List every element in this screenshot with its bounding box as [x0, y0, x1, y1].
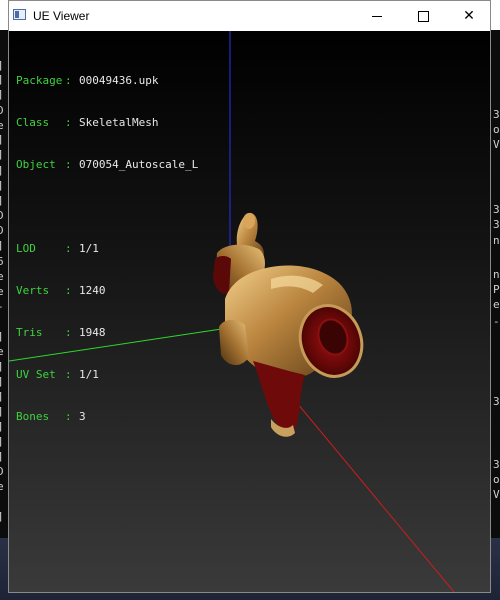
- bg-char: 6: [0, 255, 4, 268]
- separator: :: [65, 368, 72, 381]
- verts-label: Verts: [16, 284, 50, 297]
- bg-char: ]: [0, 511, 4, 522]
- info-row-package: Package:00049436.upk: [16, 74, 198, 88]
- bg-char: e: [493, 298, 500, 311]
- tris-label: Tris: [16, 326, 43, 339]
- mesh-lower-plate: [219, 319, 249, 366]
- info-row-class: Class: SkeletalMesh: [16, 116, 198, 130]
- window-title: UE Viewer: [33, 9, 90, 23]
- tris-value: 1948: [79, 326, 106, 339]
- bg-char: 3: [493, 108, 500, 121]
- bg-char: 3: [493, 218, 500, 231]
- bg-char: ]: [0, 376, 4, 387]
- bg-char: ]: [0, 391, 4, 402]
- ue-viewer-window: UE Viewer ✕ Package: 00049436.upk Class…: [8, 0, 491, 593]
- maximize-button[interactable]: [400, 1, 446, 31]
- uvset-label: UV Set: [16, 368, 56, 381]
- info-row-object: Object:070054_Autoscale_L: [16, 158, 198, 172]
- bg-char: ]: [0, 195, 4, 206]
- bg-char: ]: [0, 240, 4, 251]
- bg-char: D: [0, 209, 4, 222]
- bg-char: D: [0, 224, 4, 237]
- lod-value: 1/1: [79, 242, 99, 255]
- bg-char: V: [493, 138, 500, 151]
- info-row-bones: Bones:3: [16, 410, 198, 424]
- bg-char: D: [0, 104, 4, 117]
- info-spacer: [16, 200, 198, 214]
- bg-char: e: [0, 480, 4, 493]
- bg-char: ]: [0, 451, 4, 462]
- info-row-uvset: UV Set:1/1: [16, 368, 198, 382]
- bg-char: ]: [0, 331, 4, 342]
- bg-char: n: [493, 234, 500, 247]
- background-console-right: 3 o V 3 3 n n P e - 3 3 o V: [490, 30, 500, 600]
- bg-char: ]: [0, 60, 4, 71]
- 3d-viewport[interactable]: Package:00049436.upk Class: SkeletalMesh …: [9, 31, 490, 592]
- separator: :: [65, 116, 72, 129]
- bg-char: ]: [0, 134, 4, 145]
- x-axis-line: [296, 402, 455, 592]
- class-label: Class: [16, 116, 50, 129]
- bg-char: 3: [493, 395, 500, 408]
- bones-value: 3: [79, 410, 86, 423]
- object-label: Object: [16, 158, 56, 171]
- info-row-lod: LOD:1/1: [16, 242, 198, 256]
- title-bar[interactable]: UE Viewer ✕: [9, 1, 490, 31]
- close-icon: ✕: [463, 8, 475, 24]
- object-value: 070054_Autoscale_L: [79, 158, 199, 171]
- bg-char: V: [493, 488, 500, 501]
- separator: :: [65, 74, 72, 87]
- bg-char: ]: [0, 406, 4, 417]
- info-row-tris: Tris:1948: [16, 326, 198, 340]
- mesh-red-trim: [213, 256, 231, 294]
- bg-char: o: [493, 473, 500, 486]
- lod-label: LOD: [16, 242, 36, 255]
- bg-char: 3: [493, 203, 500, 216]
- package-label: Package: [16, 74, 63, 87]
- separator: :: [65, 410, 72, 423]
- skeletal-mesh-model: [213, 212, 364, 437]
- bg-char: D: [0, 465, 4, 478]
- package-value: 00049436.upk: [79, 74, 159, 87]
- mesh-finial-cap: [243, 213, 255, 229]
- bg-char: -: [493, 315, 500, 328]
- separator: :: [65, 158, 72, 171]
- bones-label: Bones: [16, 410, 50, 423]
- bg-char: P: [493, 283, 500, 296]
- bg-char: -: [0, 301, 4, 312]
- maximize-icon: [417, 10, 429, 22]
- bg-char: e: [0, 345, 4, 358]
- bg-char: ]: [0, 149, 4, 160]
- bg-char: e: [0, 285, 4, 298]
- bg-char: ]: [0, 89, 4, 100]
- minimize-button[interactable]: [354, 1, 400, 31]
- bg-char: n: [493, 268, 500, 281]
- mesh-info-overlay: Package:00049436.upk Class: SkeletalMesh …: [16, 46, 198, 452]
- app-window-icon: [13, 9, 26, 20]
- separator: :: [65, 326, 72, 339]
- separator: :: [65, 284, 72, 297]
- bg-char: ]: [0, 361, 4, 372]
- separator: :: [65, 242, 72, 255]
- bg-char: 3: [493, 458, 500, 471]
- bg-char: e: [0, 270, 4, 283]
- bg-char: ]: [0, 74, 4, 85]
- minimize-icon: [372, 15, 382, 17]
- bg-char: ]: [0, 421, 4, 432]
- bg-char: o: [493, 123, 500, 136]
- uvset-value: 1/1: [79, 368, 99, 381]
- bg-char: ]: [0, 165, 4, 176]
- class-value: SkeletalMesh: [79, 116, 159, 129]
- bg-char: ]: [0, 180, 4, 191]
- bg-char: e: [0, 119, 4, 132]
- verts-value: 1240: [79, 284, 106, 297]
- bg-char: ]: [0, 436, 4, 447]
- info-row-verts: Verts:1240: [16, 284, 198, 298]
- close-button[interactable]: ✕: [446, 1, 490, 31]
